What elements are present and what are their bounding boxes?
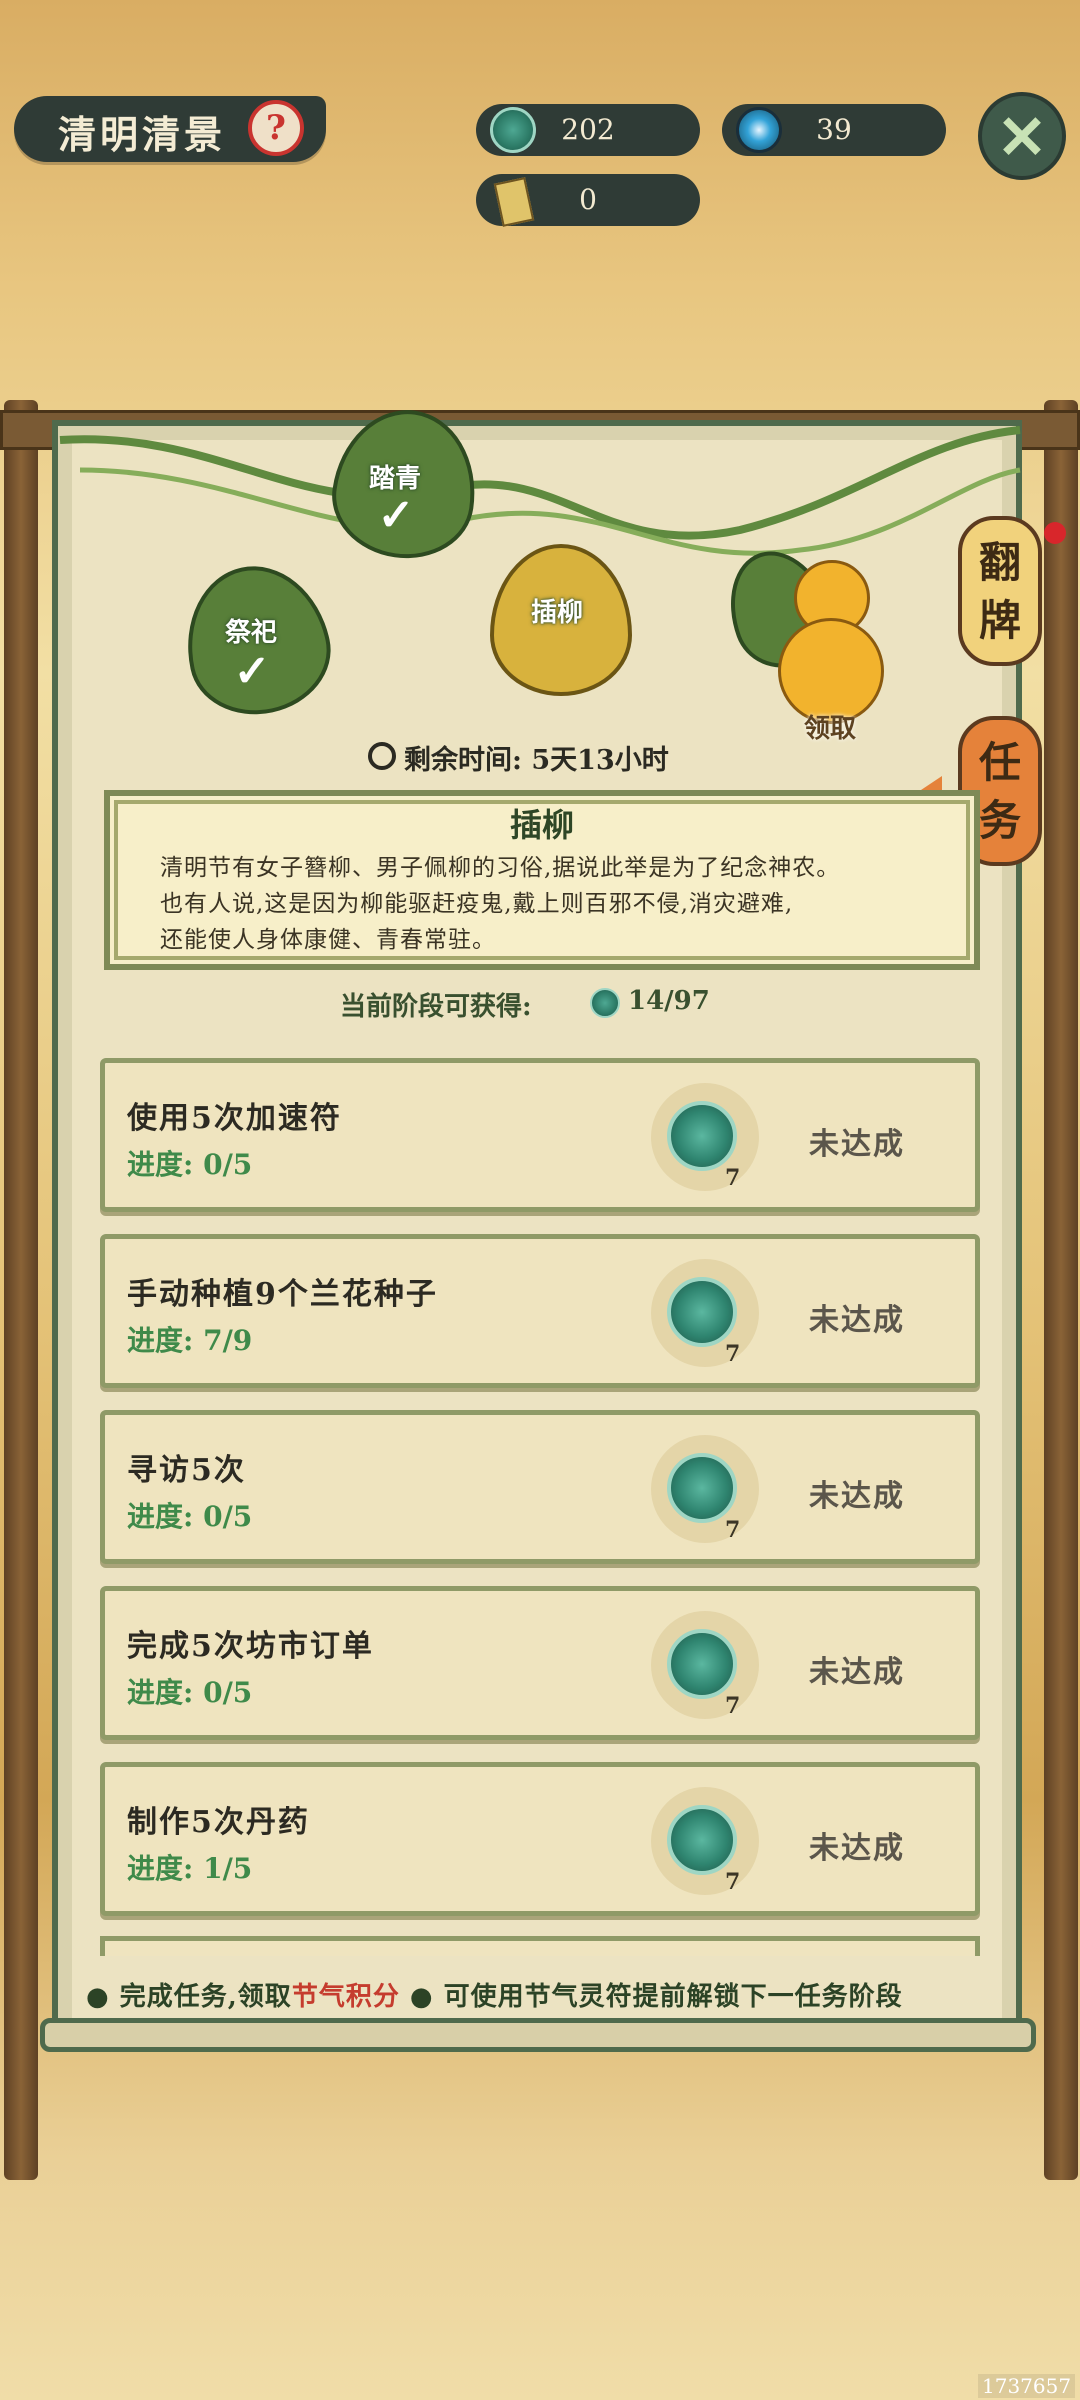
jade-coin-icon <box>667 1101 737 1171</box>
watermark: 1737657 <box>978 2374 1076 2398</box>
remaining-time: 剩余时间: 5天13小时 <box>404 745 669 776</box>
jade-coin-icon <box>590 988 620 1018</box>
task-status[interactable]: 未达成 <box>809 1471 905 1515</box>
notification-dot <box>1044 522 1066 544</box>
jade-coin-icon <box>667 1453 737 1523</box>
jade-coin-icon <box>667 1805 737 1875</box>
task-progress: 进度: 0/5 <box>127 1500 253 1533</box>
stage-reward-value: 14/97 <box>628 986 710 1016</box>
stage-reward-label: 当前阶段可获得: <box>340 992 532 1022</box>
talisman-value: 0 <box>579 183 597 216</box>
task-name: 使用5次加速符 <box>127 1101 342 1136</box>
info-line: 清明节有女子簪柳、男子佩柳的习俗,据说此举是为了纪念神农。 <box>160 855 841 881</box>
task-card-partial <box>100 1936 980 1956</box>
event-title: 清明清景 <box>58 112 227 157</box>
help-icon[interactable]: ? <box>248 100 304 156</box>
spirit-orb-counter: 39 <box>722 104 946 156</box>
spirit-orb-value: 39 <box>816 113 852 146</box>
task-progress: 进度: 7/9 <box>127 1324 253 1357</box>
check-icon: ✓ <box>377 490 415 541</box>
jade-coin-icon <box>667 1277 737 1347</box>
reward-claim-label[interactable]: 领取 <box>790 708 870 745</box>
right-pole <box>1044 400 1078 2180</box>
task-progress: 进度: 0/5 <box>127 1148 253 1181</box>
reward-quantity: 7 <box>725 1693 741 1719</box>
task-name: 制作5次丹药 <box>127 1805 310 1840</box>
footer-text-2: 可使用节气灵符提前解锁下一任务阶段 <box>443 1982 903 2012</box>
info-line: 还能使人身体康健、青春常驻。 <box>160 927 496 953</box>
stage-info-text: 清明节有女子簪柳、男子佩柳的习俗,据说此举是为了纪念神农。 也有人说,这是因为柳… <box>160 850 950 958</box>
scroll-bottom-roll <box>40 2018 1036 2052</box>
stage-label-chaliu: 插柳 <box>530 598 583 628</box>
left-pole <box>4 400 38 2180</box>
task-progress: 进度: 0/5 <box>127 1676 253 1709</box>
info-line: 也有人说,这是因为柳能驱赶疫鬼,戴上则百邪不侵,消灾避难, <box>160 891 794 917</box>
task-progress: 进度: 1/5 <box>127 1852 253 1885</box>
bullet: ● <box>86 1982 110 2012</box>
jade-coin-icon <box>667 1629 737 1699</box>
task-card: 使用5次加速符 进度: 0/5 7 未达成 <box>100 1058 980 1212</box>
reward-quantity: 7 <box>725 1869 741 1895</box>
check-icon: ✓ <box>233 646 271 697</box>
footer-highlight: 节气积分 <box>291 1982 400 2012</box>
close-button[interactable]: ✕ <box>978 92 1066 180</box>
task-card: 完成5次坊市订单 进度: 0/5 7 未达成 <box>100 1586 980 1740</box>
task-name: 完成5次坊市订单 <box>127 1629 374 1664</box>
task-card: 寻访5次 进度: 0/5 7 未达成 <box>100 1410 980 1564</box>
jade-coin-value: 202 <box>561 113 615 146</box>
task-name: 手动种植9个兰花种子 <box>127 1277 438 1312</box>
footer-text-1: 完成任务,领取 <box>119 1982 292 2012</box>
talisman-counter: 0 <box>476 174 700 227</box>
stage-label-jisi: 祭祀 <box>224 618 277 648</box>
reward-quantity: 7 <box>725 1165 741 1191</box>
jade-coin-counter: 202 <box>476 104 700 156</box>
reward-quantity: 7 <box>725 1341 741 1367</box>
task-status[interactable]: 未达成 <box>809 1823 905 1867</box>
task-status[interactable]: 未达成 <box>809 1295 905 1339</box>
clock-icon <box>368 742 396 770</box>
task-card: 手动种植9个兰花种子 进度: 7/9 7 未达成 <box>100 1234 980 1388</box>
stage-info-title: 插柳 <box>509 806 574 844</box>
reward-quantity: 7 <box>725 1517 741 1543</box>
task-card: 制作5次丹药 进度: 1/5 7 未达成 <box>100 1762 980 1916</box>
task-status[interactable]: 未达成 <box>809 1647 905 1691</box>
flip-card-tab[interactable]: 翻牌 <box>958 516 1042 666</box>
task-name: 寻访5次 <box>127 1453 246 1488</box>
bullet: ● <box>409 1982 434 2012</box>
footer-hint: ● 完成任务,领取节气积分 ● 可使用节气灵符提前解锁下一任务阶段 <box>86 1976 903 2013</box>
task-status[interactable]: 未达成 <box>809 1119 905 1163</box>
